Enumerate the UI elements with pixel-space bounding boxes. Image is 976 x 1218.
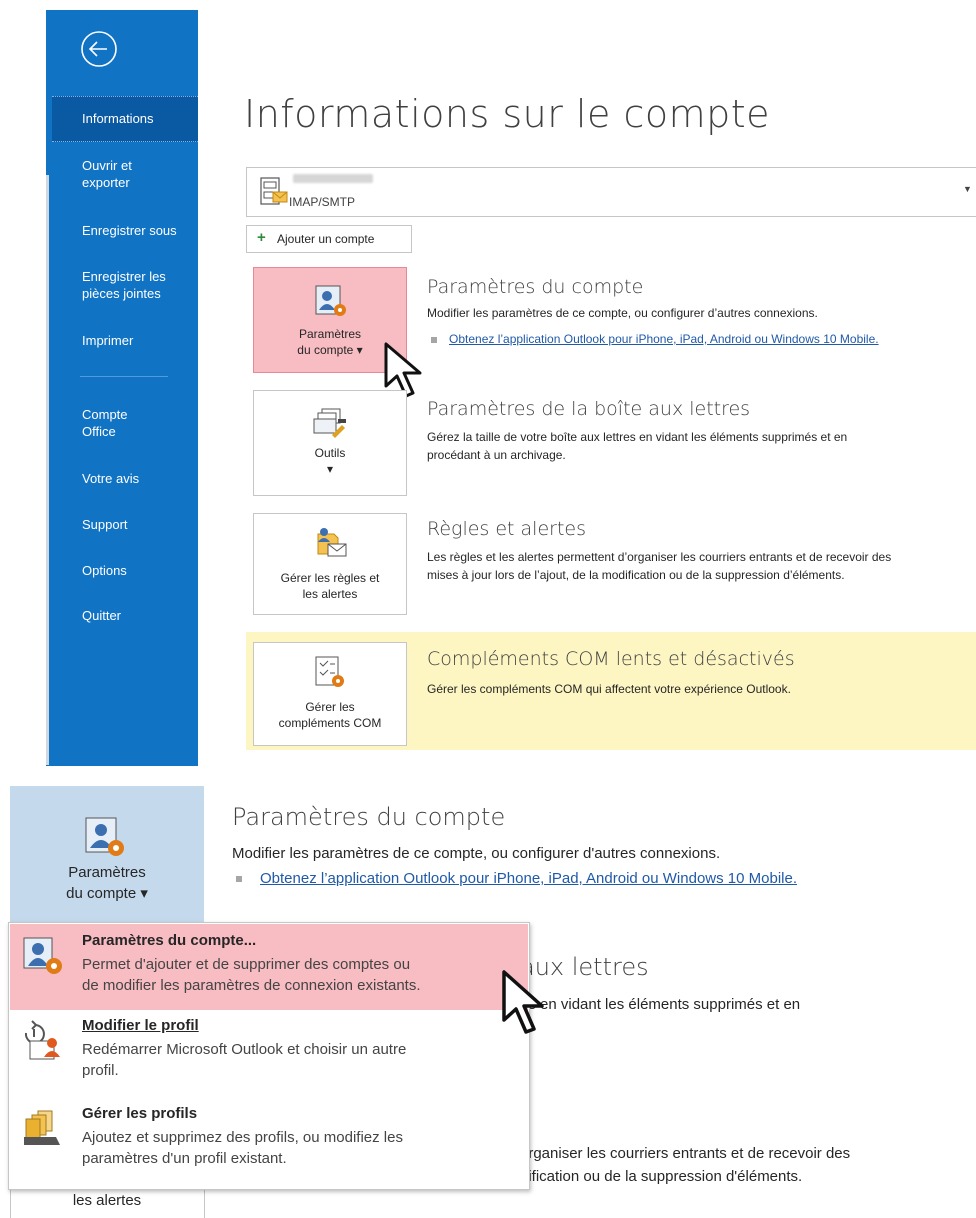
tile-label: Outils ▾	[314, 446, 346, 476]
add-account-label: Ajouter un compte	[277, 232, 375, 246]
account-email-blurred	[293, 174, 373, 183]
partial-text-behind-menu: dification ou de la suppression d'élémen…	[520, 1168, 803, 1185]
change-profile-icon	[24, 1020, 60, 1060]
plus-icon: +	[257, 229, 266, 246]
account-settings-menu: Paramètres du compte... Permet d'ajouter…	[8, 922, 530, 1190]
add-account-button[interactable]: + Ajouter un compte	[246, 225, 412, 253]
sidebar-item-ouvrir[interactable]: Ouvrir et exporter	[82, 157, 132, 191]
account-type: IMAP/SMTP	[289, 195, 356, 209]
tools-icon	[313, 408, 346, 438]
section-heading: Compléments COM lents et désactivés	[427, 648, 795, 670]
tile-label: les alertes	[72, 1192, 142, 1209]
chevron-down-icon[interactable]: ▼	[963, 184, 972, 194]
mail-account-icon	[260, 177, 288, 205]
mouse-cursor-icon	[502, 970, 544, 1034]
sidebar-item-label: Informations	[82, 111, 154, 126]
menu-item-title: Gérer les profils	[82, 1105, 198, 1122]
sidebar-item-quitter[interactable]: Quitter	[82, 607, 121, 624]
account-settings-icon	[85, 817, 124, 856]
manage-profiles-icon	[24, 1110, 60, 1145]
tools-tile[interactable]: Outils ▾	[253, 390, 407, 496]
section-description: Modifier les paramètres de ce compte, ou…	[232, 845, 721, 862]
bullet-icon	[236, 876, 242, 883]
section-description: Gérer les compléments COM qui affectent …	[427, 682, 791, 696]
sidebar-item-enregistrer-pieces-jointes[interactable]: Enregistrer les pièces jointes	[82, 268, 166, 302]
bullet-icon	[431, 336, 437, 343]
menu-item-description: Redémarrer Microsoft Outlook et choisir …	[82, 1041, 407, 1079]
section-description: Gérez la taille de votre boîte aux lettr…	[427, 430, 848, 462]
sidebar-item-imprimer[interactable]: Imprimer	[82, 332, 133, 349]
outlook-mobile-link[interactable]: Obtenez l’application Outlook pour iPhon…	[449, 332, 879, 346]
sidebar-item-options[interactable]: Options	[82, 562, 127, 579]
com-addins-icon	[315, 656, 344, 687]
page-title: Informations sur le compte	[244, 92, 770, 136]
back-arrow-icon[interactable]	[76, 26, 122, 72]
menu-item-title: Modifier le profil	[82, 1017, 199, 1034]
menu-item-change-profile[interactable]: Modifier le profil Redémarrer Microsoft …	[10, 1011, 528, 1097]
section-heading: Paramètres du compte	[232, 803, 506, 831]
menu-item-description: Ajoutez et supprimez des profils, ou mod…	[82, 1129, 403, 1167]
account-settings-icon	[315, 285, 346, 316]
partial-text-behind-menu: es en vidant les éléments supprimés et e…	[520, 996, 801, 1013]
outlook-mobile-link-row: Obtenez l’application Outlook pour iPhon…	[236, 870, 797, 887]
partial-text-behind-menu: organiser les courriers entrants et de r…	[520, 1145, 851, 1162]
section-heading: Règles et alertes	[427, 518, 586, 540]
section-description: Modifier les paramètres de ce compte, ou…	[427, 306, 818, 320]
menu-item-description: Permet d'ajouter et de supprimer des com…	[82, 956, 421, 994]
sidebar-item-support[interactable]: Support	[82, 516, 128, 533]
sidebar-item-votre-avis[interactable]: Votre avis	[82, 470, 139, 487]
com-addins-tile[interactable]: Gérer les compléments COM	[253, 642, 407, 746]
sidebar-edge	[46, 175, 49, 765]
sidebar-item-enregistrer-sous[interactable]: Enregistrer sous	[82, 222, 177, 239]
tile-label: Gérer les compléments COM	[278, 700, 382, 730]
section-heading: Paramètres de la boîte aux lettres	[427, 398, 751, 420]
section-heading: Paramètres du compte	[427, 276, 644, 298]
menu-item-account-settings[interactable]: Paramètres du compte... Permet d'ajouter…	[10, 924, 528, 1010]
tile-label: Gérer les règles et les alertes	[280, 571, 380, 601]
menu-item-manage-profiles[interactable]: Gérer les profils Ajoutez et supprimez d…	[10, 1099, 528, 1185]
sidebar-item-compte-office[interactable]: Compte Office	[82, 406, 128, 440]
rules-alerts-icon	[317, 528, 347, 557]
outlook-mobile-link[interactable]: Obtenez l’application Outlook pour iPhon…	[260, 870, 797, 887]
rules-alerts-tile[interactable]: Gérer les règles et les alertes	[253, 513, 407, 615]
menu-item-title: Paramètres du compte...	[82, 932, 257, 949]
tile-label: Paramètres du compte ▾	[66, 864, 148, 902]
account-settings-icon	[23, 937, 62, 974]
account-selector[interactable]: IMAP/SMTP ▼	[246, 167, 976, 217]
section-description: Les règles et les alertes permettent d’o…	[427, 550, 892, 582]
outlook-mobile-link-row: Obtenez l’application Outlook pour iPhon…	[431, 330, 879, 348]
sidebar-separator	[80, 376, 168, 377]
sidebar-item-informations[interactable]: Informations	[52, 96, 198, 142]
